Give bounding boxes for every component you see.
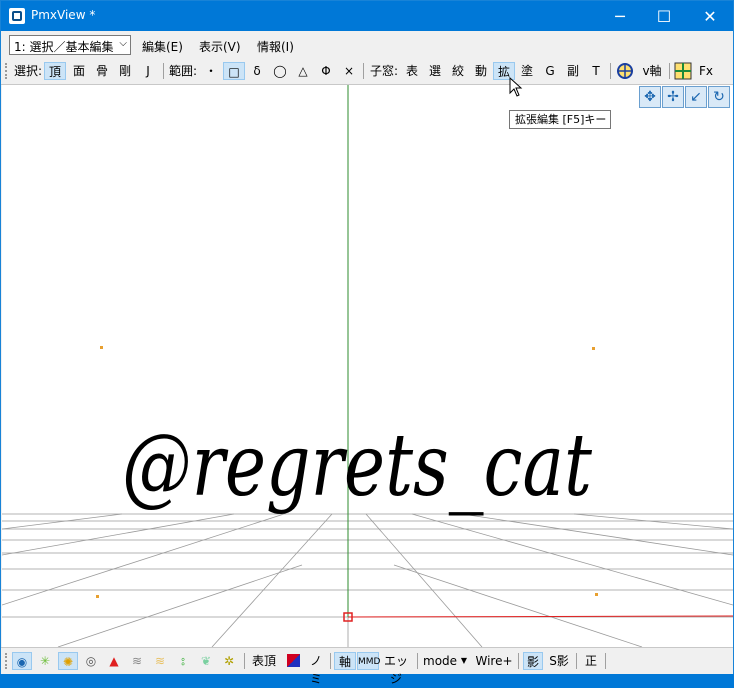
toolbar-divider [605,653,606,669]
range-label: 範囲: [168,64,198,78]
app-icon [9,8,25,24]
shadow-toggle-button[interactable]: 影 [523,652,543,670]
wireframe-button[interactable]: Wire+ [474,652,514,670]
zoom-icon[interactable]: ↙ [685,86,707,108]
select-bone-button[interactable]: 骨 [91,62,113,80]
range-phi-button[interactable]: Φ [315,62,337,80]
toolbar-divider [669,63,670,79]
main-toolbar: 選択: 頂 面 骨 剛 J 範囲: ・ □ δ ◯ △ Φ × 子窓: 表 選 … [1,58,733,85]
child-t-button[interactable]: T [585,62,607,80]
edge-toggle-button[interactable]: エッジ [381,652,411,686]
crosshair-icon[interactable] [616,62,634,80]
child-move-button[interactable]: 動 [470,62,492,80]
window-title: PmxView * [31,8,96,22]
mode-select[interactable]: 1: 選択／基本編集 ⌵ [9,35,131,55]
floor-grid [2,513,733,647]
toolbar-grip[interactable] [5,653,9,669]
axis-toggle-button[interactable]: 軸 [334,652,356,670]
self-shadow-toggle-button[interactable]: S影 [547,652,571,670]
toolbar-divider [576,653,577,669]
fx-button[interactable]: Fx [696,62,716,80]
no-label-button[interactable]: ノミ [305,652,327,686]
sparkle-icon[interactable]: ✳ [35,652,55,670]
range-rect-button[interactable]: □ [223,62,245,80]
burst-icon[interactable]: ✺ [58,652,78,670]
rotate-icon[interactable]: ↻ [708,86,730,108]
toolbar-divider [244,653,245,669]
select-label: 選択: [13,64,43,78]
menu-bar: 1: 選択／基本編集 ⌵ 編集(E) 表示(V) 情報(I) [1,31,733,58]
menu-edit[interactable]: 編集(E) [142,38,183,55]
move-icon[interactable]: ✢ [662,86,684,108]
wave-icon[interactable]: ≋ [127,652,147,670]
title-bar[interactable]: PmxView * ─ ☐ ✕ [1,1,733,31]
menu-info[interactable]: 情報(I) [257,38,294,55]
toolbar-divider [610,63,611,79]
bottom-toolbar: ◉ ✳ ✺ ◎ ▲ ≋ ≋ ⦂ ❦ ✲ 表頂 ノミ 軸 MMD エッジ mode… [1,647,733,686]
child-sub-button[interactable]: 副 [562,62,584,80]
vertex-point[interactable] [96,595,99,598]
toolbar-divider [363,63,364,79]
leaf-icon[interactable]: ❦ [196,652,216,670]
chevron-down-icon: ⌵ [119,38,127,49]
vertex-point[interactable] [595,593,598,596]
model-icon[interactable]: MMD [357,652,380,670]
chevron-down-icon[interactable]: ▼ [460,652,468,670]
v-axis-button[interactable]: v軸 [639,62,665,80]
select-joint-button[interactable]: J [137,62,159,80]
range-circle-button[interactable]: ◯ [269,62,291,80]
child-window-label: 子窓: [369,64,399,78]
app-window: PmxView * ─ ☐ ✕ 1: 選択／基本編集 ⌵ 編集(E) 表示(V)… [0,0,734,686]
minimize-button[interactable]: ─ [597,1,643,31]
maximize-button[interactable]: ☐ [641,1,687,31]
mode-select-value: 1: 選択／基本編集 [14,40,114,54]
child-g-button[interactable]: G [539,62,561,80]
wave-alt-icon[interactable]: ≋ [150,652,170,670]
select-vertex-button[interactable]: 頂 [44,62,66,80]
toolbar-grip[interactable] [5,63,9,79]
range-triangle-button[interactable]: △ [292,62,314,80]
target-icon[interactable]: ◎ [81,652,101,670]
child-select-button[interactable]: 選 [424,62,446,80]
vertex-point[interactable] [100,346,103,349]
toolbar-divider [518,653,519,669]
toolbar-divider [330,653,331,669]
child-table-button[interactable]: 表 [401,62,423,80]
gear-icon[interactable]: ✲ [219,652,239,670]
triangle-icon[interactable]: ▲ [104,652,124,670]
3d-viewport[interactable]: @regrets_cat [2,85,733,647]
select-face-button[interactable]: 面 [68,62,90,80]
range-point-button[interactable]: ・ [200,62,222,80]
front-view-button[interactable]: 正 [581,652,601,670]
range-delta-button[interactable]: δ [246,62,268,80]
child-filter-button[interactable]: 絞 [447,62,469,80]
pan-icon[interactable]: ✥ [639,86,661,108]
capsule-icon[interactable]: ⦂ [173,652,193,670]
menu-view[interactable]: 表示(V) [199,38,241,55]
close-button[interactable]: ✕ [687,1,733,31]
toolbar-divider [417,653,418,669]
toolbar-divider [163,63,164,79]
vertex-point[interactable] [592,347,595,350]
select-rigid-button[interactable]: 剛 [114,62,136,80]
tooltip: 拡張編集 [F5]キー [509,110,611,129]
range-clear-button[interactable]: × [338,62,360,80]
grid-layout-icon[interactable] [674,62,692,80]
vertex-mode-icon[interactable]: ◉ [12,652,32,670]
watermark-signature: @regrets_cat [122,416,592,516]
scene-canvas: @regrets_cat [2,85,733,647]
show-vertex-button[interactable]: 表頂 [249,652,279,670]
mouse-cursor-icon [509,77,523,97]
color-swatch-icon[interactable] [284,652,302,670]
mode-dropdown[interactable]: mode [423,652,457,670]
